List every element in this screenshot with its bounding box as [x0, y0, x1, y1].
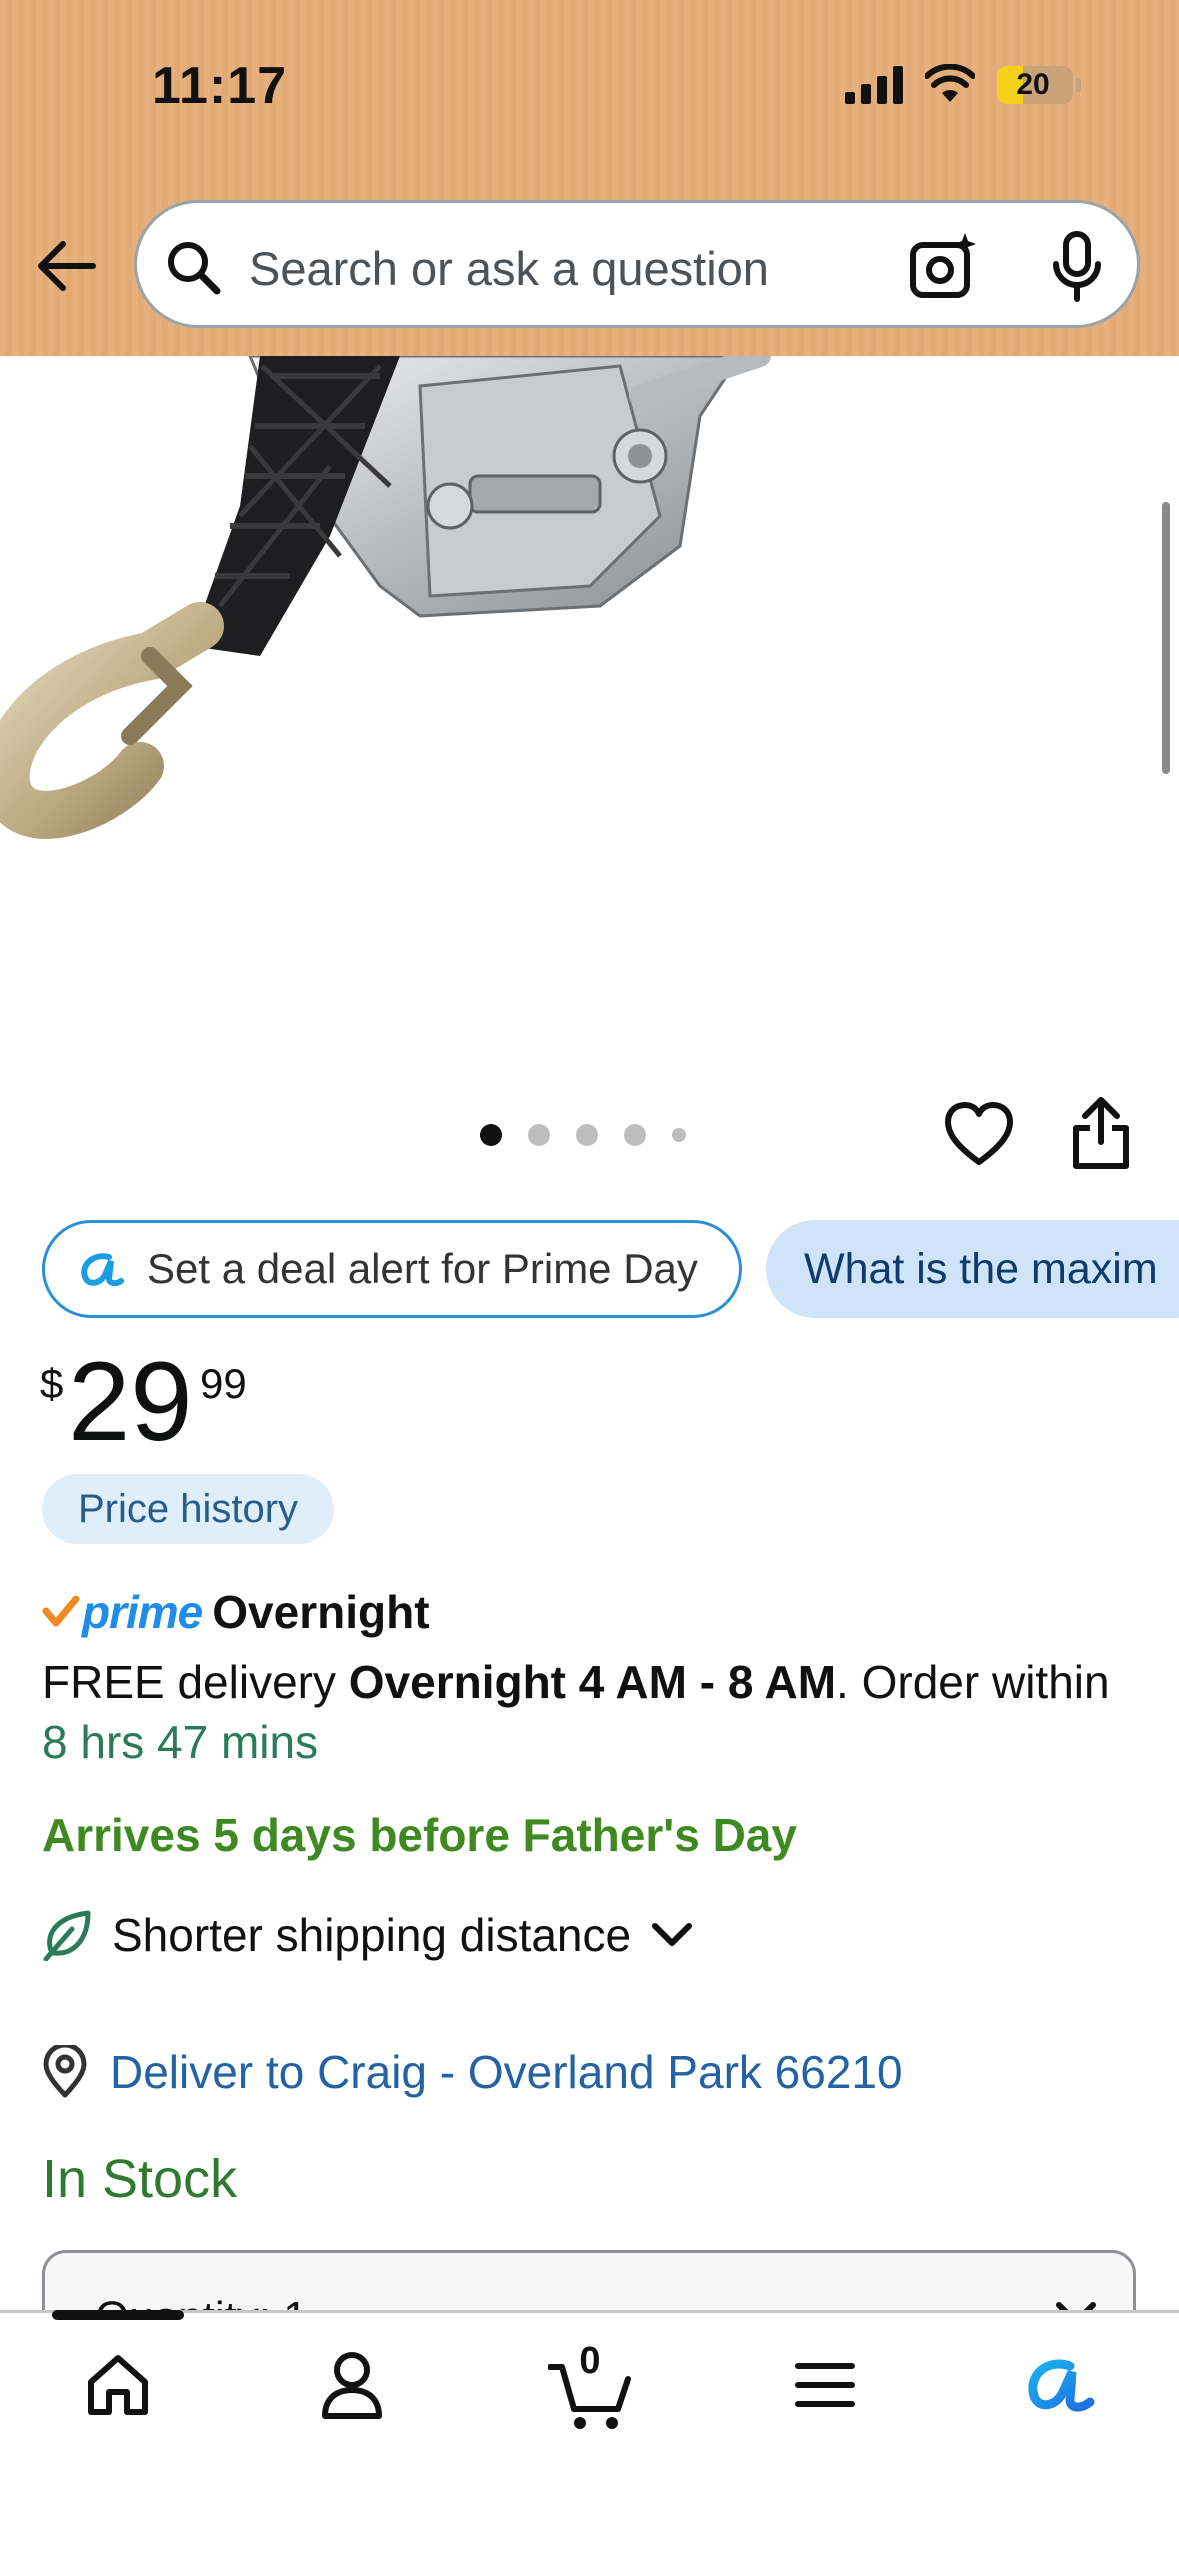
search-input[interactable]: Search or ask a question [249, 241, 769, 296]
winch-product-photo [0, 356, 771, 839]
battery-level: 20 [1016, 68, 1050, 101]
person-icon [322, 2352, 382, 2419]
back-arrow-icon [38, 241, 96, 291]
heart-icon[interactable] [944, 1100, 1014, 1170]
prime-logo-text: prime [82, 1586, 203, 1638]
tab-home[interactable] [68, 2340, 168, 2430]
pagination-dot[interactable] [528, 1124, 550, 1146]
home-icon [88, 2355, 148, 2415]
delivery-window: Overnight 4 AM - 8 AM [348, 1656, 837, 1708]
tab-rufus[interactable] [1010, 2340, 1110, 2430]
prime-speed: Overnight [212, 1586, 430, 1638]
cart-count: 0 [579, 2340, 601, 2382]
active-tab-indicator [52, 2310, 184, 2320]
cellular-signal-icon [845, 66, 905, 104]
back-button[interactable] [30, 230, 102, 302]
battery-icon: 20 [997, 66, 1073, 104]
delivery-message: FREE delivery Overnight 4 AM - 8 AM. Ord… [42, 1652, 1142, 1772]
suggested-question-label: What is the maxim [804, 1244, 1158, 1293]
shipping-distance-toggle[interactable]: Shorter shipping distance [42, 1900, 693, 1970]
microphone-icon[interactable] [1047, 231, 1107, 303]
price-symbol: $ [40, 1360, 64, 1407]
price-whole: 29 [68, 1339, 193, 1464]
shipping-distance-label: Shorter shipping distance [112, 1909, 632, 1961]
tab-account[interactable] [302, 2340, 402, 2430]
free-delivery-prefix: FREE delivery [42, 1656, 349, 1708]
search-bar[interactable]: Search or ask a question [134, 200, 1140, 328]
price-history-button[interactable]: Price history [42, 1474, 335, 1544]
pagination-dot[interactable] [480, 1124, 502, 1146]
image-pagination-dots[interactable] [480, 1122, 686, 1148]
rufus-icon [1028, 2359, 1095, 2412]
wifi-icon [925, 64, 975, 102]
hamburger-menu-icon [795, 2363, 855, 2407]
order-within-text: . Order within [836, 1656, 1110, 1708]
battery-tip [1076, 78, 1081, 92]
leaf-icon [43, 1910, 91, 1961]
deliver-to-link[interactable]: Deliver to Craig - Overland Park 66210 [42, 2040, 903, 2104]
chevron-down-icon [652, 1923, 693, 1946]
deliver-to-label: Deliver to Craig - Overland Park 66210 [110, 2046, 903, 2098]
stock-status: In Stock [42, 2149, 238, 2209]
product-image[interactable] [0, 356, 1179, 1096]
pagination-dot[interactable] [576, 1124, 598, 1146]
camera-lens-icon[interactable] [907, 231, 979, 303]
arrives-note: Arrives 5 days before Father's Day [42, 1809, 797, 1861]
prime-check-icon [42, 1595, 80, 1627]
pagination-dot[interactable] [672, 1128, 686, 1142]
search-icon [168, 242, 221, 295]
suggested-question-chip[interactable]: What is the maxim [766, 1220, 1179, 1318]
tab-menu[interactable] [775, 2340, 875, 2430]
tab-cart[interactable]: 0 [540, 2340, 640, 2430]
pagination-dot[interactable] [624, 1124, 646, 1146]
rufus-icon [81, 1253, 124, 1287]
deal-alert-chip[interactable]: Set a deal alert for Prime Day [42, 1220, 742, 1318]
app-header: 11:17 20 Search or ask a question [0, 0, 1179, 356]
scroll-indicator[interactable] [1162, 502, 1170, 774]
price-fraction: 99 [200, 1360, 247, 1407]
status-time: 11:17 [152, 57, 288, 115]
prime-badge: prime Overnight [42, 1582, 430, 1642]
order-countdown: 8 hrs 47 mins [42, 1716, 319, 1768]
deal-alert-label: Set a deal alert for Prime Day [147, 1245, 698, 1292]
share-icon[interactable] [1068, 1096, 1134, 1170]
location-pin-icon [43, 2045, 87, 2098]
